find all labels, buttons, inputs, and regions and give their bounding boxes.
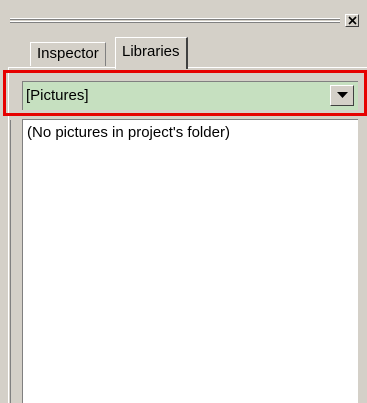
library-type-value: [Pictures] xyxy=(26,87,89,104)
list-empty-message: (No pictures in project's folder) xyxy=(27,124,230,141)
tab-inspector[interactable]: Inspector xyxy=(30,42,106,66)
tab-inspector-label: Inspector xyxy=(37,45,99,62)
dropdown-button[interactable] xyxy=(330,85,354,106)
close-button[interactable] xyxy=(345,14,359,27)
close-icon xyxy=(348,16,357,25)
library-type-dropdown[interactable]: [Pictures] xyxy=(22,81,358,110)
pictures-list[interactable]: (No pictures in project's folder) xyxy=(22,119,358,403)
tab-libraries[interactable]: Libraries xyxy=(115,37,188,69)
tab-libraries-label: Libraries xyxy=(122,43,180,60)
title-grip-bar[interactable] xyxy=(10,18,340,26)
panel-left-edge xyxy=(8,67,9,403)
libraries-panel: Inspector Libraries [Pictures] (No pictu… xyxy=(0,0,367,403)
dropdown-arrow-icon xyxy=(337,92,348,98)
panel-left-shadow xyxy=(10,120,11,403)
